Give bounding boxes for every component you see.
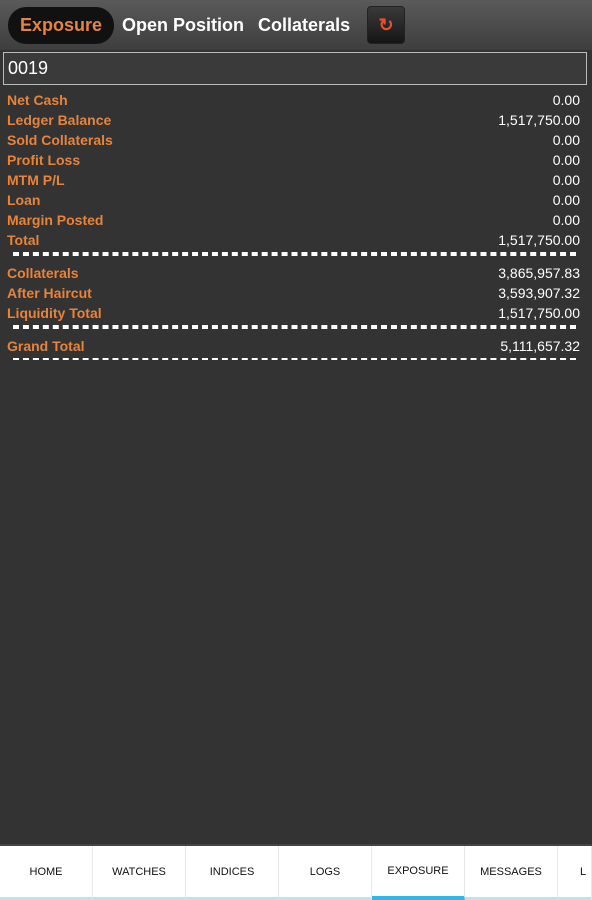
- row-label: Margin Posted: [7, 212, 104, 228]
- tab-collaterals[interactable]: Collaterals: [258, 15, 350, 36]
- summary-row: Loan 0.00: [7, 190, 580, 210]
- row-label: Liquidity Total: [7, 305, 102, 321]
- row-value: 3,865,957.83: [498, 265, 580, 281]
- nav-logs[interactable]: LOGS: [279, 846, 372, 900]
- summary-row: Profit Loss 0.00: [7, 150, 580, 170]
- summary-row: Collaterals 3,865,957.83: [7, 263, 580, 283]
- refresh-button[interactable]: ↻: [367, 6, 406, 44]
- row-value: 0.00: [552, 92, 580, 108]
- row-label: Net Cash: [7, 92, 68, 108]
- row-value: 3,593,907.32: [498, 285, 580, 301]
- summary-row: Ledger Balance 1,517,750.00: [7, 110, 580, 130]
- refresh-icon: ↻: [378, 14, 394, 35]
- nav-indices[interactable]: INDICES: [186, 846, 279, 900]
- bottom-nav: HOME WATCHES INDICES LOGS EXPOSURE MESSAGES L: [0, 844, 592, 900]
- row-value: 0.00: [552, 132, 580, 148]
- row-value: 1,517,750.00: [498, 232, 580, 248]
- row-label: Collaterals: [7, 265, 79, 281]
- summary-row: Liquidity Total 1,517,750.00: [7, 303, 580, 323]
- nav-l[interactable]: L: [558, 846, 592, 900]
- summary-row: After Haircut 3,593,907.32: [7, 283, 580, 303]
- row-label: Profit Loss: [7, 152, 81, 168]
- summary-row: Margin Posted 0.00: [7, 210, 580, 230]
- row-label: Grand Total: [7, 338, 85, 354]
- summary-row: Sold Collaterals 0.00: [7, 130, 580, 150]
- row-value: 0.00: [552, 212, 580, 228]
- row-label: Total: [7, 232, 40, 248]
- summary-row: MTM P/L 0.00: [7, 170, 580, 190]
- divider: [13, 252, 576, 256]
- top-tab-bar: Exposure Open Position Collaterals ↻: [0, 0, 592, 50]
- row-value: 0.00: [552, 172, 580, 188]
- grand-total-row: Grand Total 5,111,657.32: [7, 336, 580, 356]
- row-value: 1,517,750.00: [498, 305, 580, 321]
- row-label: Sold Collaterals: [7, 132, 113, 148]
- row-label: MTM P/L: [7, 172, 65, 188]
- tab-open-position[interactable]: Open Position: [122, 15, 244, 36]
- nav-exposure[interactable]: EXPOSURE: [372, 846, 465, 900]
- exposure-summary: Net Cash 0.00 Ledger Balance 1,517,750.00 So…: [0, 85, 592, 361]
- nav-messages[interactable]: MESSAGES: [465, 846, 558, 900]
- row-label: Loan: [7, 192, 41, 208]
- account-input[interactable]: 0019: [3, 52, 587, 85]
- divider: [13, 325, 576, 329]
- summary-row: Total 1,517,750.00: [7, 230, 580, 250]
- row-label: After Haircut: [7, 285, 92, 301]
- divider: [13, 358, 576, 361]
- row-value: 0.00: [552, 192, 580, 208]
- tab-exposure[interactable]: Exposure: [8, 6, 115, 44]
- nav-watches[interactable]: WATCHES: [93, 846, 186, 900]
- nav-home[interactable]: HOME: [0, 846, 93, 900]
- summary-row: Net Cash 0.00: [7, 90, 580, 110]
- row-value: 0.00: [552, 152, 580, 168]
- row-label: Ledger Balance: [7, 112, 112, 128]
- row-value: 5,111,657.32: [500, 338, 580, 354]
- row-value: 1,517,750.00: [498, 112, 580, 128]
